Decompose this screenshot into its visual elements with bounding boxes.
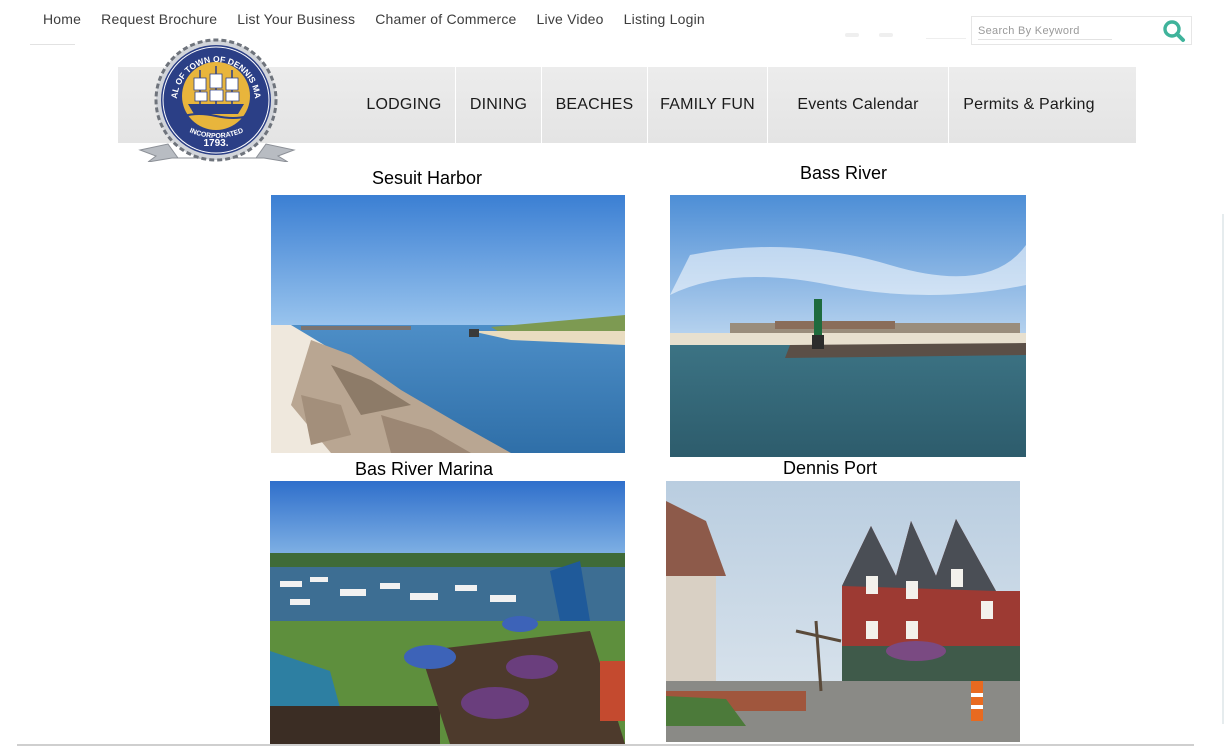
nav-item-events-calendar[interactable]: Events Calendar: [768, 67, 948, 143]
nav-link-home[interactable]: Home: [43, 11, 81, 29]
nav-item-dining[interactable]: DINING: [456, 67, 541, 143]
town-seal-logo[interactable]: SEAL OF TOWN OF DENNIS MASS INCORPORATED…: [135, 30, 296, 163]
photo-bass-river[interactable]: [670, 195, 1026, 457]
photo-bas-river-marina[interactable]: [270, 481, 625, 744]
top-utility-nav: Home Request Brochure List Your Business…: [43, 11, 705, 29]
search-button[interactable]: [1161, 19, 1187, 43]
caption-dennis-port: Dennis Port: [783, 458, 878, 478]
nav-link-request-brochure[interactable]: Request Brochure: [101, 11, 217, 29]
caption-sesuit-harbor: Sesuit Harbor: [372, 168, 483, 188]
caption-bas-river-marina: Bas River Marina: [355, 459, 494, 479]
photo-sesuit-harbor[interactable]: [271, 195, 625, 453]
social-icon-placeholder: [879, 33, 893, 37]
svg-text:1793.: 1793.: [203, 138, 228, 149]
search-input[interactable]: [978, 22, 1128, 39]
photo-dennis-port[interactable]: [666, 481, 1020, 742]
search-box: [971, 16, 1192, 45]
search-input-underline: [978, 39, 1112, 40]
nav-link-listing-login[interactable]: Listing Login: [624, 11, 705, 29]
nav-link-live-video[interactable]: Live Video: [537, 11, 604, 29]
divider: [926, 38, 966, 39]
nav-item-family-fun[interactable]: FAMILY FUN: [648, 67, 767, 143]
nav-item-beaches[interactable]: BEACHES: [542, 67, 647, 143]
search-icon: [1163, 20, 1185, 42]
nav-link-chamber-of-commerce[interactable]: Chamer of Commerce: [375, 11, 516, 29]
nav-link-list-your-business[interactable]: List Your Business: [237, 11, 355, 29]
nav-underline-divider: [30, 44, 75, 45]
nav-item-lodging[interactable]: LODGING: [354, 67, 454, 143]
social-icon-placeholder: [845, 33, 859, 37]
nav-item-permits-parking[interactable]: Permits & Parking: [949, 67, 1109, 143]
caption-bass-river: Bass River: [800, 163, 888, 183]
